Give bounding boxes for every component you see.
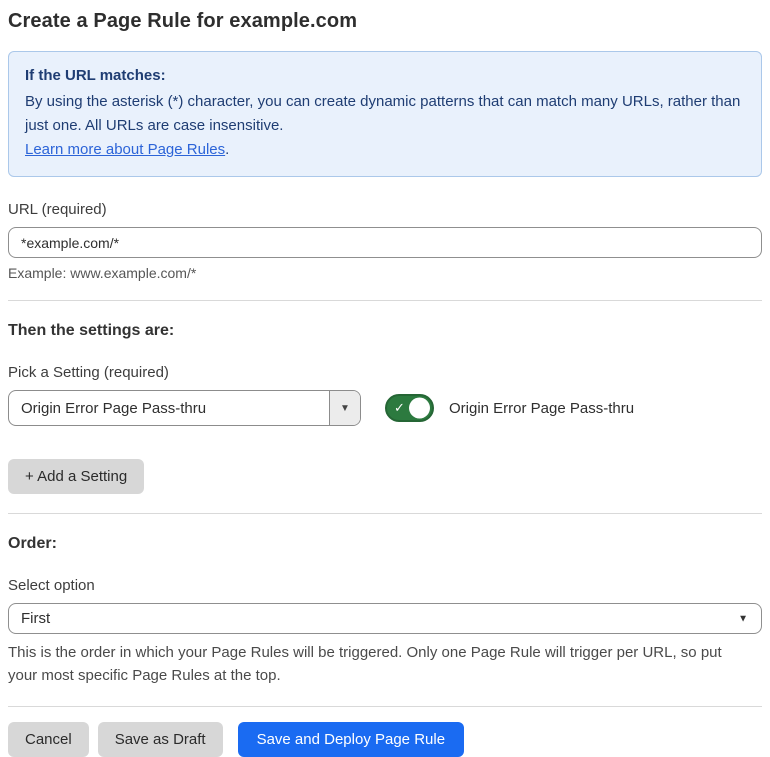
url-input[interactable] (8, 227, 762, 258)
url-example-helper: Example: www.example.com/* (8, 265, 197, 281)
setting-row: Origin Error Page Pass-thru ▼ ✓ Origin E… (8, 390, 762, 426)
caret-down-icon: ▼ (738, 613, 748, 624)
settings-section-heading: Then the settings are: (8, 322, 175, 339)
setting-toggle[interactable]: ✓ (385, 394, 434, 422)
link-period: . (225, 141, 230, 158)
info-box-link-line: Learn more about Page Rules. (25, 138, 745, 162)
toggle-knob (409, 397, 430, 419)
save-as-draft-button[interactable]: Save as Draft (97, 722, 223, 757)
order-select-value: First (21, 610, 51, 627)
url-match-info-box: If the URL matches: By using the asteris… (8, 51, 762, 177)
divider (8, 706, 762, 707)
setting-dropdown[interactable]: Origin Error Page Pass-thru ▼ (8, 390, 361, 426)
learn-more-link[interactable]: Learn more about Page Rules (25, 141, 225, 158)
divider (8, 300, 762, 301)
order-select[interactable]: First ▼ (8, 603, 762, 634)
order-select-label: Select option (8, 577, 95, 594)
caret-down-icon: ▼ (340, 402, 350, 414)
setting-dropdown-button[interactable]: ▼ (329, 391, 360, 425)
cancel-button[interactable]: Cancel (8, 722, 89, 757)
info-box-heading: If the URL matches: (25, 67, 166, 84)
page-title: Create a Page Rule for example.com (8, 10, 358, 32)
setting-toggle-label: Origin Error Page Pass-thru (449, 399, 635, 417)
setting-toggle-group: ✓ Origin Error Page Pass-thru (385, 394, 634, 422)
add-setting-button[interactable]: + Add a Setting (8, 459, 145, 494)
divider (8, 513, 762, 514)
info-box-body-text: By using the asterisk (*) character, you… (25, 93, 741, 134)
save-and-deploy-button[interactable]: Save and Deploy Page Rule (237, 722, 465, 757)
info-box-body: By using the asterisk (*) character, you… (25, 90, 745, 138)
url-field-label: URL (required) (8, 201, 107, 218)
order-helper-text: This is the order in which your Page Rul… (8, 644, 722, 684)
check-icon: ✓ (394, 400, 405, 416)
pick-setting-label: Pick a Setting (required) (8, 364, 169, 381)
footer-actions: Cancel Save as Draft Save and Deploy Pag… (8, 722, 762, 757)
order-section-heading: Order: (8, 535, 57, 552)
setting-dropdown-value: Origin Error Page Pass-thru (21, 399, 207, 417)
